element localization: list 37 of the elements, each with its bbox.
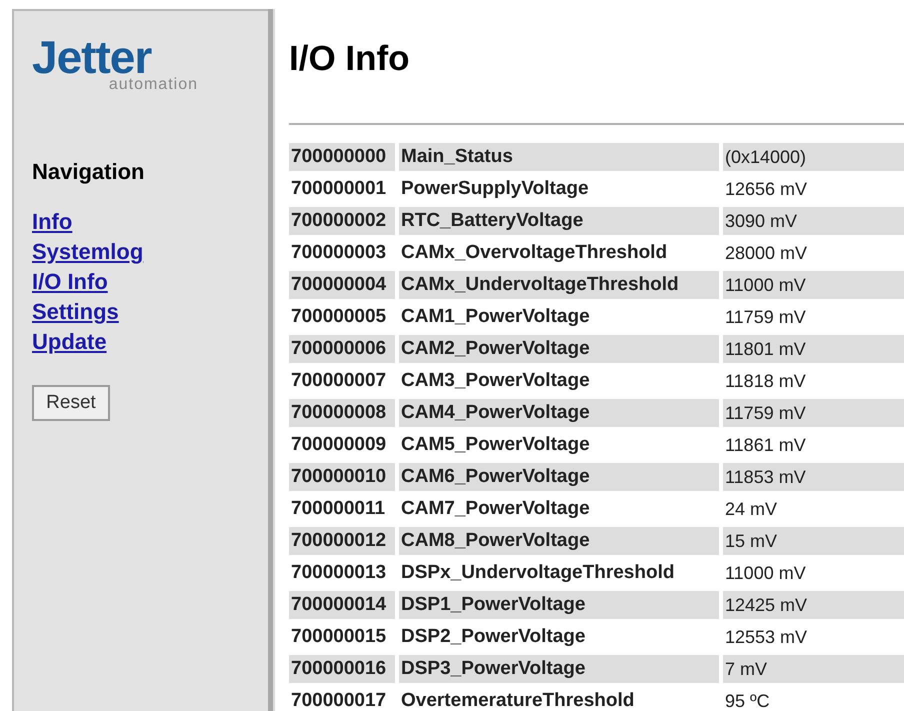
table-cell: CAM8_PowerVoltage [399, 527, 719, 555]
table-cell: 11801 mV [723, 335, 904, 363]
nav-link[interactable]: Update [32, 327, 107, 357]
table-cell: 11000 mV [723, 271, 904, 299]
logo-tagline: automation [108, 77, 199, 93]
table-cell: 700000008 [289, 399, 395, 427]
table-cell: 700000002 [289, 207, 395, 235]
table-cell: 700000012 [289, 527, 395, 555]
table-cell: 700000006 [289, 335, 395, 363]
table-cell: CAMx_UndervoltageThreshold [399, 271, 719, 299]
table-cell: 11853 mV [723, 463, 904, 491]
table-cell: CAM2_PowerVoltage [399, 335, 719, 363]
table-cell: 12425 mV [723, 591, 904, 619]
navigation-heading: Navigation [32, 159, 146, 185]
page-title: I/O Info [289, 39, 411, 79]
table-cell: 700000010 [289, 463, 395, 491]
table-cell: 700000014 [289, 591, 395, 619]
table-cell: DSP3_PowerVoltage [399, 655, 719, 683]
table-cell: CAM6_PowerVoltage [399, 463, 719, 491]
table-cell: 11759 mV [723, 399, 904, 427]
table-cell: DSP1_PowerVoltage [399, 591, 719, 619]
reset-button[interactable]: Reset [32, 385, 110, 421]
table-cell: CAM4_PowerVoltage [399, 399, 719, 427]
nav-link[interactable]: I/O Info [32, 267, 108, 297]
table-cell: 15 mV [723, 527, 904, 555]
table-cell: 3090 mV [723, 207, 904, 235]
table-cell: 700000000 [289, 143, 395, 171]
logo-brand: Jetter [32, 37, 152, 77]
table-cell: 7 mV [723, 655, 904, 683]
table-cell: (0x14000) [723, 143, 904, 171]
table-cell: RTC_BatteryVoltage [399, 207, 719, 235]
nav-link[interactable]: Info [32, 207, 72, 237]
nav-link[interactable]: Systemlog [32, 237, 144, 267]
nav-link[interactable]: Settings [32, 297, 119, 327]
table-cell: Main_Status [399, 143, 719, 171]
table-cell: 700000004 [289, 271, 395, 299]
table-cell: 700000016 [289, 655, 395, 683]
